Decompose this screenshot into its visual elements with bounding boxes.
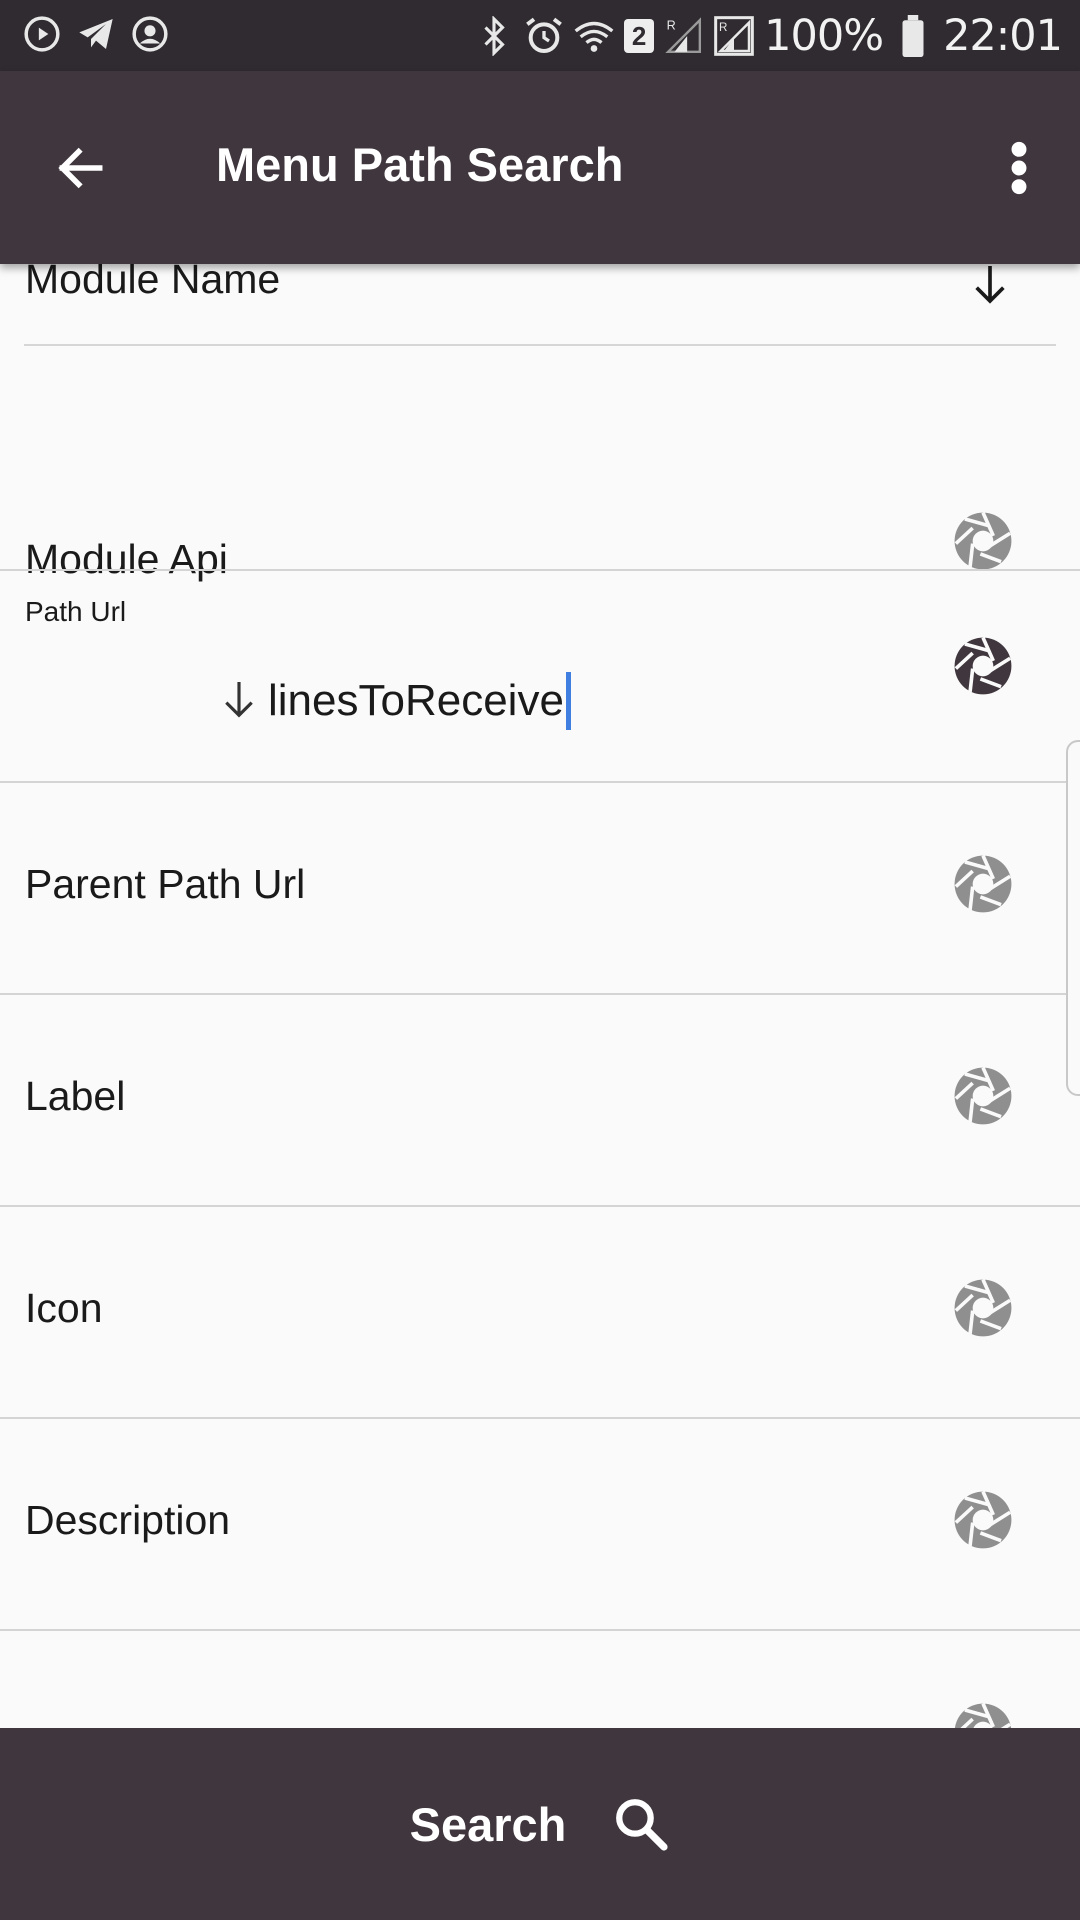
app-bar: Menu Path Search [0,71,1080,264]
divider [24,344,1056,346]
battery-percent: 100% [764,11,884,61]
battery-icon [893,15,933,57]
scrollbar-thumb[interactable] [1066,740,1080,1096]
icon-label: Icon [25,1285,103,1331]
camera-shutter-icon[interactable] [952,1489,1014,1551]
telegram-icon [76,14,116,54]
status-bar: 2 R R 100% 22:01 [0,0,1080,71]
camera-shutter-icon[interactable] [952,510,1014,572]
label-field[interactable]: Label [0,995,1080,1205]
sim-badge: 2 [624,19,655,53]
account-circle-icon [130,14,170,54]
icon-field[interactable]: Icon [0,1207,1080,1417]
search-button[interactable]: Search [410,1795,671,1853]
signal-roaming-icon: R [714,16,754,56]
svg-text:R: R [667,19,676,33]
search-form: Module Name Module Api Path Url linesToR… [0,264,1080,1728]
back-button[interactable] [46,133,116,203]
overflow-menu-button[interactable] [984,133,1054,203]
camera-shutter-icon[interactable] [952,1277,1014,1339]
path-url-label: Path Url [25,596,127,627]
search-icon [616,1799,668,1851]
parent-path-url-field[interactable]: Parent Path Url [0,783,1080,993]
parent-path-url-label: Parent Path Url [25,861,306,907]
alarm-icon [524,16,564,56]
wifi-icon [574,16,614,56]
text-cursor [565,672,571,730]
label-label: Label [25,1073,126,1119]
clock: 22:01 [943,11,1063,61]
camera-shutter-icon[interactable] [952,635,1014,697]
play-circle-icon [22,14,62,54]
bluetooth-icon [474,16,514,56]
page-title: Menu Path Search [216,138,624,191]
path-url-value: linesToReceive [268,676,564,725]
module-name-label: Module Name [25,264,281,302]
module-name-field[interactable]: Module Name [0,264,1080,348]
svg-text:R: R [719,21,727,34]
bottom-bar: Search [0,1728,1080,1920]
search-button-label: Search [409,1797,567,1851]
camera-shutter-icon[interactable] [952,1701,1014,1728]
arrow-down-icon[interactable] [970,264,1010,308]
signal-icon: R [664,16,704,56]
next-field[interactable] [0,1631,1080,1728]
description-label: Description [25,1497,231,1543]
arrow-back-icon [58,147,103,189]
path-url-input[interactable]: linesToReceive [220,672,571,730]
arrow-down-icon [225,682,253,718]
description-field[interactable]: Description [0,1419,1080,1629]
more-vert-icon [1011,141,1027,195]
camera-shutter-icon[interactable] [952,1065,1014,1127]
camera-shutter-icon[interactable] [952,853,1014,915]
